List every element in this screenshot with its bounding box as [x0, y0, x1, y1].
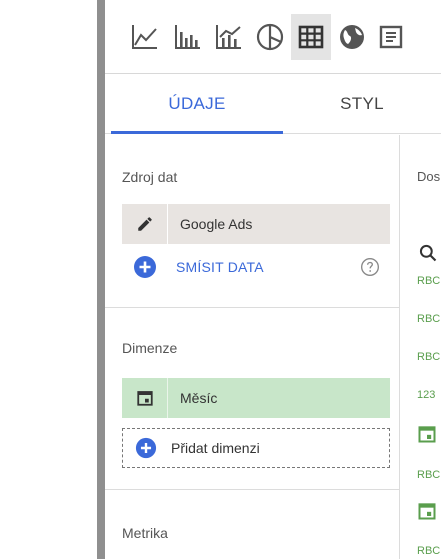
combo-chart-icon	[216, 25, 241, 49]
pencil-icon	[137, 217, 152, 231]
add-dimension-button[interactable]: Přidat dimenzi	[122, 428, 390, 468]
tab-data[interactable]: ÚDAJE	[111, 74, 283, 134]
panel-tabs: ÚDAJE STYL	[105, 74, 441, 134]
active-tab-indicator	[111, 131, 283, 134]
time-series-chart-button[interactable]	[125, 14, 165, 60]
calendar-icon	[418, 503, 436, 520]
bar-chart-button[interactable]	[168, 14, 208, 60]
help-icon	[361, 258, 379, 276]
chart-type-toolbar	[105, 0, 441, 74]
help-button[interactable]	[360, 257, 380, 282]
calendar-icon	[136, 391, 153, 406]
geo-map-button[interactable]	[332, 14, 372, 60]
scorecard-button[interactable]	[373, 14, 413, 60]
properties-panel: ÚDAJE STYL Zdroj dat Google Ads SMÍSIT D…	[105, 0, 441, 559]
data-source-name: Google Ads	[180, 216, 253, 232]
data-source-label: Zdroj dat	[122, 169, 178, 185]
data-source-chip[interactable]: Google Ads	[122, 204, 390, 244]
field-item[interactable]: RBC	[417, 545, 440, 557]
field-item[interactable]: RBC	[417, 469, 440, 481]
available-fields-column: Dos RBC RBC RBC 123 RBC RBC	[401, 135, 441, 559]
field-item[interactable]	[417, 501, 437, 526]
blend-data-button[interactable]: SMÍSIT DATA	[122, 247, 390, 287]
panel-divider[interactable]	[97, 0, 105, 559]
field-item[interactable]: RBC	[417, 275, 440, 287]
metric-label: Metrika	[122, 525, 168, 541]
search-icon	[419, 244, 437, 262]
available-fields-title: Dos	[417, 169, 441, 184]
bar-chart-icon	[175, 25, 200, 49]
canvas-area	[0, 0, 97, 559]
field-item[interactable]	[417, 424, 437, 449]
blend-data-label: SMÍSIT DATA	[176, 259, 264, 275]
tab-style[interactable]: STYL	[283, 74, 441, 134]
time-series-chart-icon	[132, 25, 157, 49]
calendar-icon	[418, 426, 436, 443]
add-dimension-label: Přidat dimenzi	[171, 440, 260, 456]
section-divider	[105, 307, 399, 308]
field-item[interactable]: RBC	[417, 351, 440, 363]
combo-chart-button[interactable]	[209, 14, 249, 60]
field-search-button[interactable]	[418, 243, 438, 268]
field-item[interactable]: 123	[417, 389, 435, 401]
plus-circle-icon	[135, 437, 157, 459]
dimension-label: Dimenze	[122, 340, 178, 356]
section-divider	[105, 489, 399, 490]
geo-map-icon	[340, 25, 364, 49]
table-chart-button[interactable]	[291, 14, 331, 60]
dimension-name: Měsíc	[180, 390, 218, 406]
plus-circle-icon	[134, 256, 156, 278]
field-item[interactable]: RBC	[417, 313, 440, 325]
pie-chart-button[interactable]	[250, 14, 290, 60]
scorecard-icon	[379, 25, 403, 49]
edit-data-source-button[interactable]	[122, 204, 168, 244]
dimension-chip[interactable]: Měsíc	[122, 378, 390, 418]
table-chart-icon	[298, 25, 324, 49]
pie-chart-icon	[256, 23, 284, 51]
data-settings-column: Zdroj dat Google Ads SMÍSIT DATA Dimenze…	[105, 135, 400, 559]
